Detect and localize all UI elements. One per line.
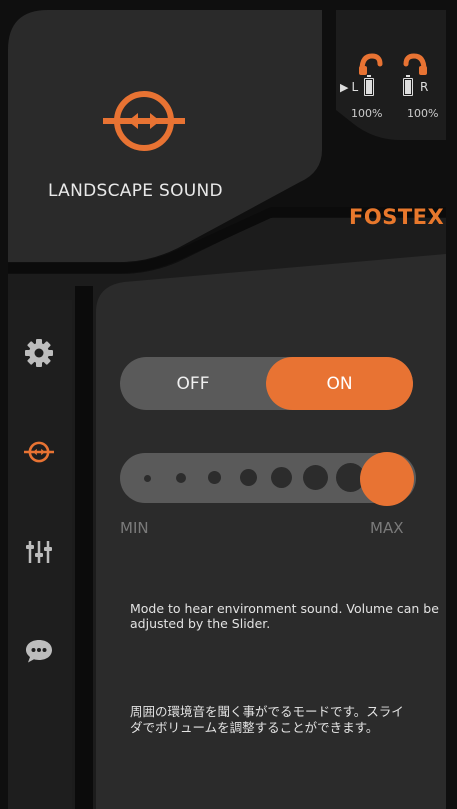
battery-icon [364, 75, 375, 96]
slider-max-label: MAX [370, 519, 404, 537]
left-label: L [351, 80, 359, 94]
mode-title: LANDSCAPE SOUND [48, 181, 223, 201]
gear-icon [25, 339, 53, 367]
sidebar-item-settings[interactable] [22, 336, 56, 370]
chat-bubble-icon [26, 640, 52, 663]
sidebar-item-messages[interactable] [22, 634, 56, 668]
toggle-on-option[interactable]: ON [266, 357, 413, 410]
brand-logo: FOSTEX [349, 205, 445, 229]
volume-step-dot [208, 471, 221, 484]
landscape-sound-icon [24, 441, 54, 463]
volume-step-dot [271, 467, 292, 488]
sidebar-item-equalizer[interactable] [22, 535, 56, 569]
on-off-toggle[interactable]: OFF ON [120, 357, 413, 410]
right-headphone-icon [403, 53, 427, 75]
left-battery: ▶ L [340, 75, 375, 96]
volume-step-dot [176, 473, 186, 483]
volume-slider[interactable] [120, 452, 416, 506]
play-triangle-icon: ▶ [340, 80, 349, 94]
equalizer-icon [26, 541, 52, 563]
left-battery-percent: 100% [351, 107, 383, 120]
volume-slider-thumb[interactable] [360, 452, 414, 506]
battery-status: ▶ L R 100% 100% [335, 52, 445, 122]
description-japanese: 周囲の環境音を聞く事がでるモードです。スライダでボリュームを調整することができま… [130, 704, 404, 735]
right-battery-percent: 100% [407, 107, 439, 120]
volume-step-dot [144, 475, 151, 482]
slider-min-label: MIN [120, 519, 149, 537]
left-headphone-icon [359, 53, 383, 75]
battery-icon [403, 75, 413, 96]
sidebar-item-landscape-sound[interactable] [22, 435, 56, 469]
volume-step-dot [240, 469, 257, 486]
right-battery: R [403, 75, 429, 96]
landscape-sound-icon [103, 91, 185, 151]
app-screen: LANDSCAPE SOUND FOSTEX ▶ L R 100% 100% O… [0, 0, 457, 809]
toggle-off-option[interactable]: OFF [120, 357, 266, 410]
volume-step-dot [303, 465, 328, 490]
right-label: R [420, 80, 429, 94]
description-english: Mode to hear environment sound. Volume c… [130, 601, 439, 631]
